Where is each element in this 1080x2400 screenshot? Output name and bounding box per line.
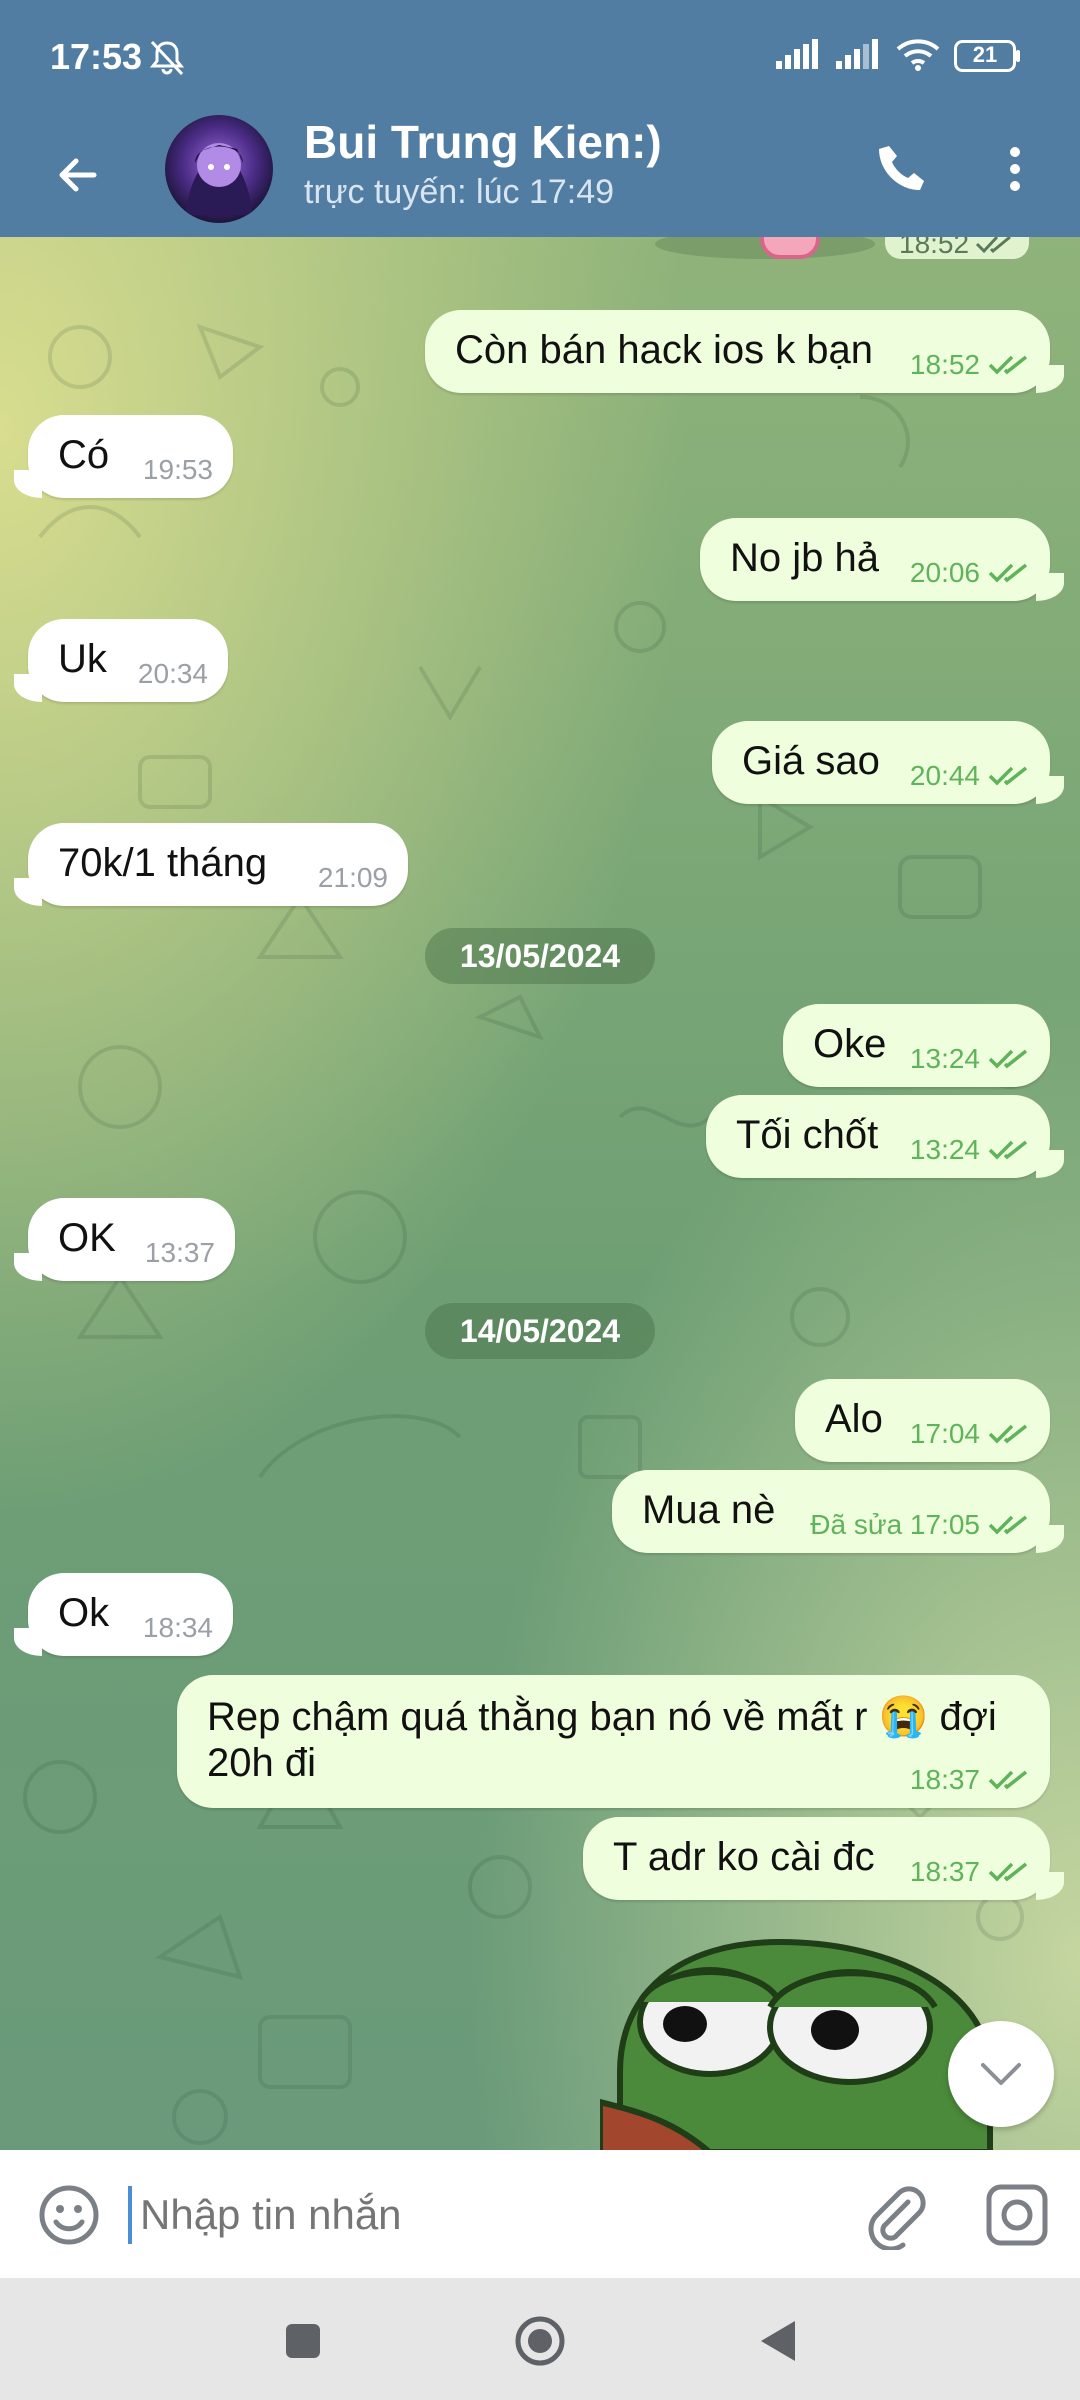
date-separator: 14/05/2024 — [425, 1303, 655, 1359]
message-meta: 18:52 — [910, 349, 1030, 381]
square-icon — [286, 2324, 320, 2358]
call-button[interactable] — [866, 133, 938, 205]
attach-button[interactable] — [860, 2180, 930, 2252]
message-meta: 18:37 — [910, 1856, 1030, 1888]
signal-icon-2 — [836, 38, 882, 74]
message-out[interactable]: Rep chậm quá thằng bạn nó về mất r 😭 đợi… — [177, 1675, 1050, 1808]
message-text-line1: Rep chậm quá thằng bạn nó về mất r 😭 đợi — [207, 1695, 997, 1739]
status-bar: 17:53 21 — [0, 0, 1080, 115]
message-input[interactable] — [128, 2178, 842, 2252]
double-check-icon — [988, 1049, 1028, 1069]
chat-title[interactable]: Bui Trung Kien:) — [304, 115, 662, 169]
back-button[interactable] — [42, 139, 114, 211]
message-out[interactable]: Tối chốt 13:24 — [706, 1095, 1064, 1178]
home-circle-icon — [515, 2316, 565, 2366]
double-check-icon — [988, 1424, 1028, 1444]
message-out[interactable]: Mua nè Đã sửa 17:05 — [612, 1470, 1064, 1553]
partial-message-time: 18:52 — [885, 237, 1030, 259]
wifi-icon — [896, 37, 940, 76]
message-in[interactable]: Uk 20:34 — [14, 619, 228, 702]
double-check-icon — [988, 563, 1028, 583]
message-meta: Đã sửa 17:05 — [810, 1509, 1030, 1541]
emoji-button[interactable] — [34, 2180, 104, 2250]
message-meta: 20:06 — [910, 557, 1030, 589]
message-meta: 20:44 — [910, 760, 1030, 792]
message-out[interactable]: Alo 17:04 — [795, 1379, 1050, 1462]
chat-area[interactable]: 18:52 Còn bán hack ios k bạn 18:52 Có 19… — [0, 237, 1080, 2150]
scroll-down-button[interactable] — [948, 2021, 1054, 2127]
more-menu-button[interactable] — [985, 133, 1045, 205]
camera-icon — [986, 2184, 1048, 2246]
message-text: Tối chốt — [736, 1113, 879, 1157]
battery-icon: 21 — [954, 40, 1022, 72]
status-time: 17:53 — [50, 36, 143, 77]
message-meta: 17:04 — [910, 1418, 1030, 1450]
message-text: Mua nè — [642, 1488, 776, 1532]
message-text: Oke — [813, 1022, 887, 1066]
message-meta: 21:09 — [317, 862, 388, 893]
message-out[interactable]: No jb hả 20:06 — [700, 518, 1064, 601]
system-nav-bar — [0, 2278, 1080, 2400]
message-text: T adr ko cài đc — [613, 1835, 875, 1879]
message-out[interactable]: T adr ko cài đc 18:37 — [583, 1817, 1064, 1900]
last-seen-status: trực tuyến: lúc 17:49 — [304, 173, 615, 211]
message-text: 70k/1 tháng — [58, 841, 268, 885]
chevron-down-icon — [981, 2063, 1021, 2085]
message-meta: 20:34 — [137, 658, 208, 689]
message-out[interactable]: Oke 13:24 — [783, 1004, 1050, 1087]
message-text: Có — [58, 433, 110, 477]
double-check-icon — [976, 237, 1012, 254]
more-vertical-icon — [1010, 147, 1020, 191]
message-text: Còn bán hack ios k bạn — [455, 328, 874, 372]
message-in[interactable]: OK 13:37 — [14, 1198, 235, 1281]
message-input-bar — [0, 2150, 1080, 2278]
sticker-partial-top — [760, 237, 820, 259]
message-text: Alo — [825, 1397, 883, 1441]
sticker-frog[interactable] — [597, 1912, 1000, 2150]
battery-level: 21 — [972, 42, 998, 67]
message-text: OK — [58, 1216, 116, 1260]
signal-icon — [776, 38, 822, 74]
message-meta: 19:53 — [142, 454, 213, 485]
message-meta: 13:24 — [910, 1134, 1030, 1166]
message-meta: 18:37 — [910, 1764, 1030, 1796]
double-check-icon — [988, 1140, 1028, 1160]
double-check-icon — [988, 1770, 1028, 1790]
message-in[interactable]: 70k/1 tháng 21:09 — [14, 823, 408, 906]
avatar[interactable] — [165, 115, 273, 223]
camera-button[interactable] — [982, 2180, 1052, 2250]
message-out[interactable]: Giá sao 20:44 — [712, 721, 1064, 804]
date-separator: 13/05/2024 — [425, 928, 655, 984]
paperclip-icon — [868, 2186, 926, 2252]
message-meta: 13:37 — [144, 1237, 215, 1268]
back-nav-button[interactable] — [742, 2306, 812, 2376]
message-text-line2: 20h đi — [207, 1741, 316, 1785]
mute-icon — [146, 38, 188, 83]
double-check-icon — [988, 766, 1028, 786]
smiley-icon — [39, 2185, 99, 2245]
phone-icon — [879, 146, 924, 190]
status-icons: 21 — [776, 36, 1022, 76]
double-check-icon — [988, 1862, 1028, 1882]
message-in[interactable]: Có 19:53 — [14, 415, 233, 498]
message-in[interactable]: Ok 18:34 — [14, 1573, 233, 1656]
message-meta: 18:34 — [142, 1612, 213, 1643]
double-check-icon — [988, 1515, 1028, 1535]
message-text: No jb hả — [730, 536, 879, 580]
message-text: Giá sao — [742, 739, 880, 783]
recent-apps-button[interactable] — [268, 2306, 338, 2376]
arrow-left-icon — [59, 158, 97, 192]
message-text: Uk — [58, 637, 107, 681]
home-button[interactable] — [505, 2306, 575, 2376]
message-out[interactable]: Còn bán hack ios k bạn 18:52 — [425, 310, 1064, 393]
message-meta: 13:24 — [910, 1043, 1030, 1075]
chat-header: Bui Trung Kien:) trực tuyến: lúc 17:49 — [0, 115, 1080, 237]
message-text: Ok — [58, 1591, 110, 1635]
triangle-back-icon — [761, 2321, 795, 2361]
double-check-icon — [988, 355, 1028, 375]
